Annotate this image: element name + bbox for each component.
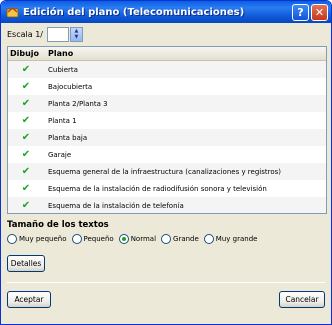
- table-body: ✔ Cubierta ✔ Bajocubierta ✔ Planta 2/Planta 3…: [8, 61, 326, 213]
- window-title: Edición del plano (Telecomunicaciones): [23, 6, 245, 18]
- radio-label: Pequeño: [83, 235, 114, 243]
- checkmark-icon: ✔: [21, 63, 31, 75]
- checkmark-icon: ✔: [21, 80, 31, 92]
- radio-button[interactable]: [203, 234, 214, 244]
- close-button[interactable]: ✕: [311, 3, 328, 21]
- plans-table: Dibujo Plano ✔ Cubierta ✔ Bajocubierta ✔ Plan…: [7, 46, 327, 214]
- draw-checkbox[interactable]: ✔: [8, 97, 44, 109]
- draw-checkbox[interactable]: ✔: [8, 165, 44, 177]
- table-row[interactable]: ✔ Planta 2/Planta 3: [8, 95, 326, 112]
- radio-label: Muy pequeño: [19, 235, 67, 243]
- radio-label: Normal: [130, 235, 157, 243]
- table-header: Dibujo Plano: [8, 47, 326, 61]
- draw-checkbox[interactable]: ✔: [8, 63, 44, 75]
- plan-name: Esquema de la instalación de telefonía: [48, 201, 184, 210]
- accept-button[interactable]: Aceptar: [7, 291, 51, 308]
- details-button[interactable]: Detalles: [7, 255, 45, 272]
- plan-name: Esquema general de la infraestructura (c…: [48, 167, 282, 176]
- plan-name: Esquema de la instalación de radiodifusi…: [48, 184, 267, 193]
- checkmark-icon: ✔: [21, 97, 31, 109]
- chevron-down-icon[interactable]: ▼: [75, 34, 79, 40]
- draw-checkbox[interactable]: ✔: [8, 148, 44, 160]
- app-icon: [6, 6, 19, 19]
- scale-row: Escala 1/ ▲ ▼: [7, 23, 325, 45]
- draw-checkbox[interactable]: ✔: [8, 199, 44, 211]
- footer: Aceptar Cancelar: [7, 291, 325, 308]
- text-size-radio[interactable]: Grande: [161, 234, 199, 244]
- draw-checkbox[interactable]: ✔: [8, 182, 44, 194]
- table-row[interactable]: ✔ Bajocubierta: [8, 78, 326, 95]
- header-dibujo[interactable]: Dibujo: [8, 49, 44, 58]
- separator: [7, 282, 325, 283]
- table-row[interactable]: ✔ Cubierta: [8, 61, 326, 78]
- header-plano[interactable]: Plano: [44, 49, 326, 58]
- text-size-radio[interactable]: Normal: [118, 234, 157, 244]
- plan-name: Planta 1: [48, 116, 77, 125]
- plan-name: Planta 2/Planta 3: [48, 99, 108, 108]
- radio-button[interactable]: [161, 234, 172, 244]
- table-row[interactable]: ✔ Garaje: [8, 146, 326, 163]
- checkmark-icon: ✔: [21, 182, 31, 194]
- cancel-button[interactable]: Cancelar: [279, 291, 325, 308]
- checkmark-icon: ✔: [21, 148, 31, 160]
- text-size-options: Muy pequeño Pequeño Normal Grande Muy grande: [7, 231, 325, 247]
- table-row[interactable]: ✔ Esquema de la instalación de radiodifus…: [8, 180, 326, 197]
- radio-button[interactable]: [118, 234, 129, 244]
- checkmark-icon: ✔: [21, 114, 31, 126]
- radio-label: Grande: [173, 235, 199, 243]
- plan-name: Bajocubierta: [48, 82, 93, 91]
- radio-label: Muy grande: [215, 235, 258, 243]
- text-size-title: Tamaño de los textos: [7, 220, 109, 230]
- text-size-radio[interactable]: Muy pequeño: [7, 234, 67, 244]
- plan-name: Cubierta: [48, 65, 78, 74]
- text-size-radio[interactable]: Pequeño: [71, 234, 114, 244]
- draw-checkbox[interactable]: ✔: [8, 131, 44, 143]
- checkmark-icon: ✔: [21, 165, 31, 177]
- draw-checkbox[interactable]: ✔: [8, 114, 44, 126]
- radio-button[interactable]: [71, 234, 82, 244]
- scale-label: Escala 1/: [7, 29, 43, 39]
- checkmark-icon: ✔: [21, 199, 31, 211]
- table-row[interactable]: ✔ Esquema general de la infraestructura (…: [8, 163, 326, 180]
- table-row[interactable]: ✔ Esquema de la instalación de telefonía: [8, 197, 326, 213]
- table-row[interactable]: ✔ Planta baja: [8, 129, 326, 146]
- draw-checkbox[interactable]: ✔: [8, 80, 44, 92]
- checkmark-icon: ✔: [21, 131, 31, 143]
- scale-spinner[interactable]: ▲ ▼: [69, 26, 83, 42]
- radio-button[interactable]: [7, 234, 17, 244]
- plan-name: Garaje: [48, 150, 72, 159]
- plan-name: Planta baja: [48, 133, 88, 142]
- table-row[interactable]: ✔ Planta 1: [8, 112, 326, 129]
- title-bar[interactable]: Edición del plano (Telecomunicaciones) ?…: [1, 1, 331, 23]
- help-button[interactable]: ?: [292, 3, 309, 21]
- dialog-window: Edición del plano (Telecomunicaciones) ?…: [0, 0, 332, 325]
- text-size-radio[interactable]: Muy grande: [203, 234, 258, 244]
- scale-input[interactable]: [46, 26, 69, 42]
